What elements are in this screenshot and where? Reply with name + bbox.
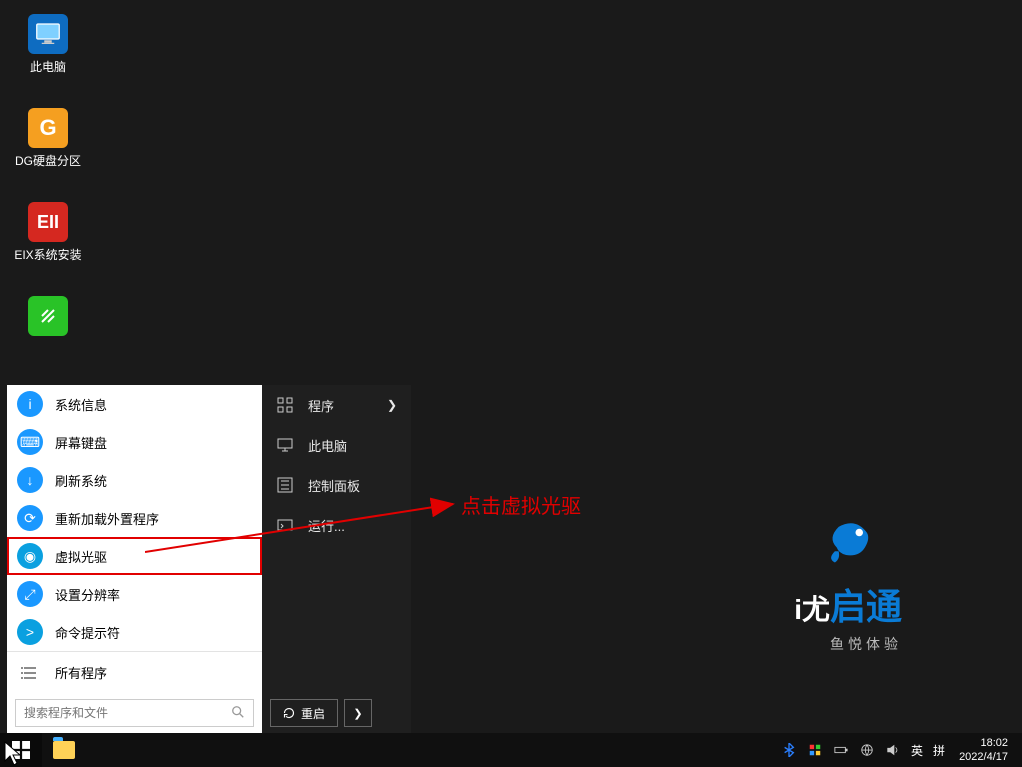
battery-icon[interactable] bbox=[833, 742, 849, 758]
sm-item-label: 虚拟光驱 bbox=[55, 547, 107, 566]
desktop-icon-eix-install[interactable]: EII EIX系统安装 bbox=[10, 202, 86, 263]
run-icon bbox=[276, 516, 294, 534]
sm-item-label: 所有程序 bbox=[55, 663, 107, 682]
system-tray: 英 拼 18:02 2022/4/17 bbox=[781, 733, 1022, 767]
clock-date: 2022/4/17 bbox=[959, 750, 1008, 764]
sm-item-virtual-drive[interactable]: ◉ 虚拟光驱 bbox=[7, 537, 262, 575]
start-menu-right-footer: 重启 ❯ bbox=[262, 693, 411, 733]
taskbar: 英 拼 18:02 2022/4/17 bbox=[0, 733, 1022, 767]
sm-item-label: 重新加载外置程序 bbox=[55, 509, 159, 528]
resolution-icon: ⤢ bbox=[17, 581, 43, 607]
sm-item-refresh-system[interactable]: ↓ 刷新系统 bbox=[7, 461, 262, 499]
start-menu-right-panel: 程序 ❯ 此电脑 控制面板 运行... 重启 bbox=[262, 385, 411, 733]
sm-item-all-programs[interactable]: 所有程序 bbox=[7, 651, 262, 693]
sm-item-label: 命令提示符 bbox=[55, 623, 120, 642]
desktop-icon-label: 此电脑 bbox=[30, 58, 66, 75]
monitor-icon bbox=[28, 14, 68, 54]
fish-icon bbox=[818, 510, 878, 570]
search-icon bbox=[231, 705, 245, 722]
bluetooth-icon[interactable] bbox=[781, 742, 797, 758]
control-panel-icon bbox=[276, 476, 294, 494]
brand-text-1: i尤 bbox=[794, 588, 830, 628]
start-menu: i 系统信息 ⌨ 屏幕键盘 ↓ 刷新系统 ⟳ 重新加载外置程序 ◉ 虚拟光驱 ⤢… bbox=[7, 385, 411, 733]
clock-time: 18:02 bbox=[980, 736, 1008, 750]
desktop-icon-label: EIX系统安装 bbox=[14, 246, 81, 263]
chevron-right-icon: ❯ bbox=[353, 707, 362, 720]
reload-icon: ⟳ bbox=[17, 505, 43, 531]
taskbar-clock[interactable]: 18:02 2022/4/17 bbox=[955, 736, 1012, 764]
programs-icon bbox=[276, 396, 294, 414]
restart-button[interactable]: 重启 bbox=[270, 699, 338, 727]
brand-subtitle: 鱼悦体验 bbox=[830, 634, 902, 654]
eii-icon: EII bbox=[28, 202, 68, 242]
search-box[interactable] bbox=[15, 699, 254, 727]
sm-item-reload-external[interactable]: ⟳ 重新加载外置程序 bbox=[7, 499, 262, 537]
ime-lang[interactable]: 英 bbox=[911, 742, 923, 759]
brand-logo: i尤 启通 鱼悦体验 bbox=[794, 510, 902, 654]
chevron-right-icon: ❯ bbox=[387, 398, 397, 412]
restart-label: 重启 bbox=[301, 705, 325, 722]
sm-item-screen-keyboard[interactable]: ⌨ 屏幕键盘 bbox=[7, 423, 262, 461]
info-icon: i bbox=[17, 391, 43, 417]
start-button[interactable] bbox=[0, 733, 42, 767]
sm-item-label: 刷新系统 bbox=[55, 471, 107, 490]
network-icon[interactable] bbox=[859, 742, 875, 758]
keyboard-icon: ⌨ bbox=[17, 429, 43, 455]
sm-item-set-resolution[interactable]: ⤢ 设置分辨率 bbox=[7, 575, 262, 613]
start-menu-footer bbox=[7, 693, 262, 733]
windows-icon bbox=[12, 741, 30, 759]
monitor-icon bbox=[276, 436, 294, 454]
ime-mode[interactable]: 拼 bbox=[933, 742, 945, 759]
brand-text-2: 启通 bbox=[830, 578, 902, 630]
sm-item-label: 设置分辨率 bbox=[55, 585, 120, 604]
sm-item-system-info[interactable]: i 系统信息 bbox=[7, 385, 262, 423]
desktop-icon-green[interactable] bbox=[10, 296, 86, 340]
desktop-icon-this-pc[interactable]: 此电脑 bbox=[10, 14, 86, 75]
security-icon[interactable] bbox=[807, 742, 823, 758]
sm-item-cmd[interactable]: > 命令提示符 bbox=[7, 613, 262, 651]
sm-item-label: 系统信息 bbox=[55, 395, 107, 414]
sm-r-item-label: 此电脑 bbox=[308, 436, 347, 455]
desktop-icon-label: DG硬盘分区 bbox=[15, 152, 81, 169]
sm-r-item-label: 运行... bbox=[308, 516, 345, 535]
cmd-icon: > bbox=[17, 619, 43, 645]
disc-icon: ◉ bbox=[17, 543, 43, 569]
annotation-text: 点击虚拟光驱 bbox=[461, 490, 581, 519]
folder-icon bbox=[53, 741, 75, 759]
sm-r-item-programs[interactable]: 程序 ❯ bbox=[262, 385, 411, 425]
restart-icon bbox=[283, 707, 295, 719]
search-input[interactable] bbox=[24, 706, 231, 720]
sm-r-item-label: 程序 bbox=[308, 396, 334, 415]
volume-icon[interactable] bbox=[885, 742, 901, 758]
sm-r-item-label: 控制面板 bbox=[308, 476, 360, 495]
leaf-icon bbox=[28, 296, 68, 336]
start-menu-left-panel: i 系统信息 ⌨ 屏幕键盘 ↓ 刷新系统 ⟳ 重新加载外置程序 ◉ 虚拟光驱 ⤢… bbox=[7, 385, 262, 733]
restart-more-button[interactable]: ❯ bbox=[344, 699, 372, 727]
refresh-icon: ↓ bbox=[17, 467, 43, 493]
g-icon: G bbox=[28, 108, 68, 148]
sm-r-item-run[interactable]: 运行... bbox=[262, 505, 411, 545]
sm-r-item-control-panel[interactable]: 控制面板 bbox=[262, 465, 411, 505]
sm-item-label: 屏幕键盘 bbox=[55, 433, 107, 452]
desktop-icon-dg-disk[interactable]: G DG硬盘分区 bbox=[10, 108, 86, 169]
taskbar-app-explorer[interactable] bbox=[42, 733, 86, 767]
sm-r-item-this-pc[interactable]: 此电脑 bbox=[262, 425, 411, 465]
list-icon bbox=[17, 660, 43, 686]
